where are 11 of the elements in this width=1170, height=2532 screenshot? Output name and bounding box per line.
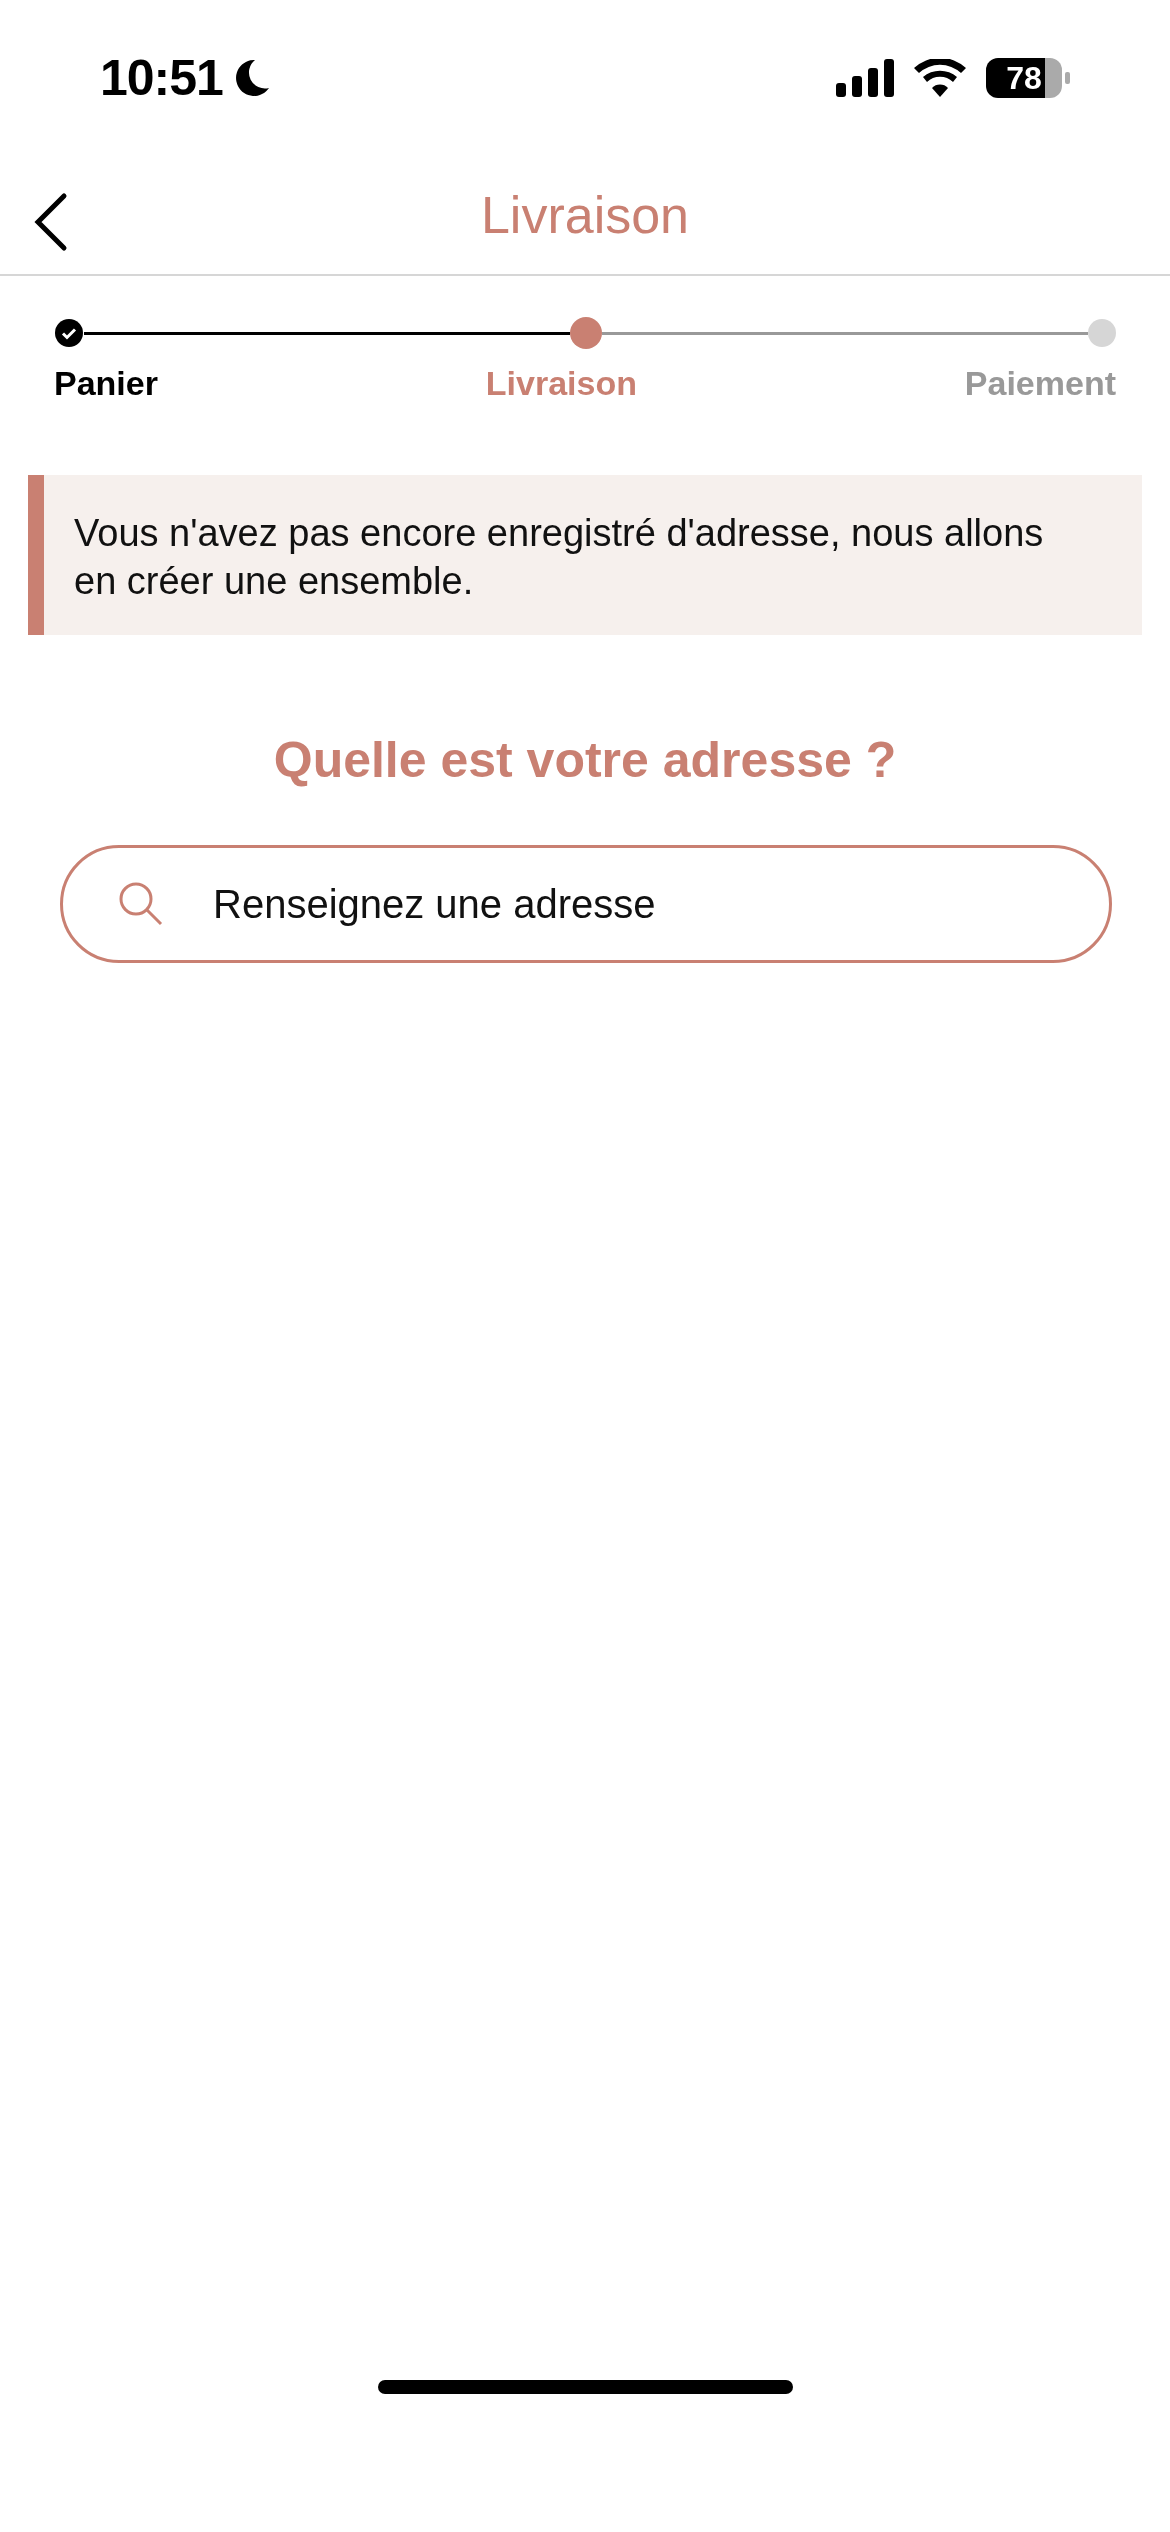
step-label: Paiement <box>964 364 1116 403</box>
address-search-field[interactable]: Renseignez une adresse <box>60 845 1112 963</box>
screen-title: Livraison <box>480 185 690 245</box>
section-heading: Quelle est votre adresse ? <box>272 731 898 789</box>
wifi-icon <box>914 59 966 97</box>
step-label: Panier <box>54 364 158 403</box>
search-icon <box>118 881 164 927</box>
step-label: Livraison <box>485 364 637 403</box>
info-banner: Vous n'avez pas encore enregistré d'adresse, nous allons en créer une ensemble. <box>28 475 1142 635</box>
status-time: 10:51 <box>100 49 223 107</box>
signal-icon <box>836 59 894 97</box>
